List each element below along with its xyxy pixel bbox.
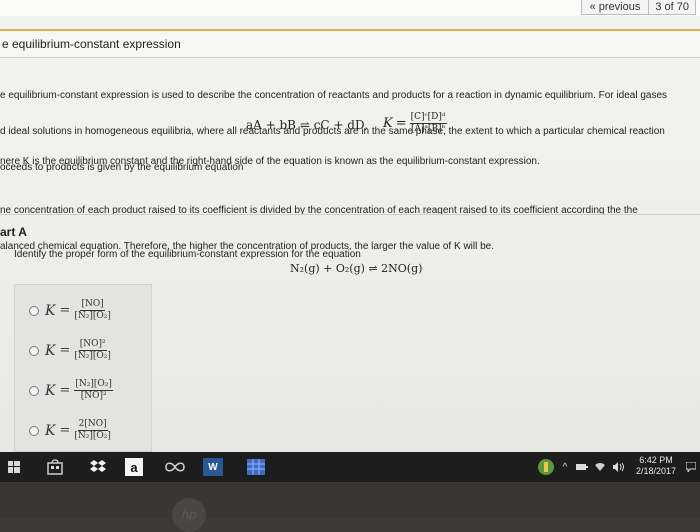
word-icon[interactable]: W xyxy=(203,458,223,476)
radio-button[interactable] xyxy=(29,345,39,356)
page-indicator: 3 of 70 xyxy=(649,0,696,15)
section-divider xyxy=(0,214,700,215)
pagination: « previous 3 of 70 xyxy=(580,0,696,15)
laptop-bezel xyxy=(0,482,700,518)
clock[interactable]: 6:42 PM 2/18/2017 xyxy=(636,455,676,477)
answer-option[interactable]: K = [NO] [N₂][O₂] xyxy=(29,299,111,322)
option-numerator: 2[NO] xyxy=(77,419,108,431)
radio-button[interactable] xyxy=(29,425,39,436)
notifications-icon[interactable] xyxy=(686,458,696,476)
intro-paragraph: e equilibrium-constant expression is use… xyxy=(0,66,698,198)
option-k-symbol: K xyxy=(45,302,56,319)
option-numerator: [N₂][O₂] xyxy=(74,379,113,391)
wifi-icon[interactable] xyxy=(594,458,606,476)
page-title: e equilibrium-constant expression xyxy=(2,37,181,51)
clock-date: 2/18/2017 xyxy=(636,466,677,476)
option-denominator: [N₂][O₂] xyxy=(74,351,111,361)
nav-bar: « previous 3 of 70 xyxy=(0,0,700,16)
option-numerator: [NO] xyxy=(80,299,105,311)
option-k-symbol: K xyxy=(45,382,56,399)
general-equation: aA + bB ⇌ cC + dD, xyxy=(246,118,368,132)
amazon-icon[interactable]: a xyxy=(125,458,143,476)
question-text: Identify the proper form of the equilibr… xyxy=(14,249,361,260)
previous-button[interactable]: « previous xyxy=(580,0,650,15)
radio-button[interactable] xyxy=(29,385,39,396)
explanation-line: ne concentration of each product raised … xyxy=(0,205,638,216)
title-bar: e equilibrium-constant expression xyxy=(0,29,700,58)
answer-option[interactable]: K = [N₂][O₂] [NO]² xyxy=(29,379,113,402)
equals-sign: = xyxy=(59,343,71,358)
clock-time: 6:42 PM xyxy=(639,455,673,465)
intro-line: e equilibrium-constant expression is use… xyxy=(0,90,668,101)
equals-sign: = xyxy=(59,303,71,318)
answer-option[interactable]: K = 2[NO] [N₂][O₂] xyxy=(29,419,111,442)
equals-sign: = xyxy=(59,383,71,398)
k-expression: K = [C]ᶜ[D]ᵈ [A]ᵃ[B]ᵇ xyxy=(383,112,447,135)
option-k-symbol: K xyxy=(45,422,56,439)
infinity-icon[interactable] xyxy=(164,458,186,476)
option-fraction: 2[NO] [N₂][O₂] xyxy=(74,419,111,442)
answer-option[interactable]: K = [NO]² [N₂][O₂] xyxy=(29,339,111,362)
option-denominator: [NO]² xyxy=(80,391,107,401)
option-denominator: [N₂][O₂] xyxy=(74,431,111,441)
reaction-equation: N₂(g) + O₂(g) ⇌ 2NO(g) xyxy=(290,262,423,275)
option-k-symbol: K xyxy=(45,342,56,359)
k-symbol: K xyxy=(383,116,393,131)
grid-app-icon[interactable] xyxy=(246,458,266,476)
dropbox-icon[interactable] xyxy=(88,458,108,476)
definition-paragraph: nere K is the equilibrium constant and t… xyxy=(0,156,540,167)
equals-sign: = xyxy=(395,116,407,131)
hp-logo: hp xyxy=(172,498,206,532)
screen: « previous 3 of 70 e equilibrium-constan… xyxy=(0,0,700,452)
option-fraction: [N₂][O₂] [NO]² xyxy=(74,379,113,402)
option-denominator: [N₂][O₂] xyxy=(74,311,111,321)
option-numerator: [NO]² xyxy=(78,339,107,351)
option-fraction: [NO] [N₂][O₂] xyxy=(74,299,111,322)
answer-options: K = [NO] [N₂][O₂] K = [NO]² [N₂][O₂] K =… xyxy=(14,284,152,452)
user-app-icon[interactable] xyxy=(538,458,554,476)
option-fraction: [NO]² [N₂][O₂] xyxy=(74,339,111,362)
taskbar: a W ^ xyxy=(0,452,700,482)
k-denominator: [A]ᵃ[B]ᵇ xyxy=(410,124,446,134)
part-heading: art A xyxy=(0,225,27,239)
windows-icon[interactable] xyxy=(8,458,20,476)
store-icon[interactable] xyxy=(46,458,64,476)
k-numerator: [C]ᶜ[D]ᵈ xyxy=(409,112,447,124)
battery-icon[interactable] xyxy=(576,458,588,476)
equals-sign: = xyxy=(59,423,71,438)
radio-button[interactable] xyxy=(29,305,39,316)
chevron-up-icon[interactable]: ^ xyxy=(560,458,570,476)
volume-icon[interactable] xyxy=(612,458,626,476)
k-fraction: [C]ᶜ[D]ᵈ [A]ᵃ[B]ᵇ xyxy=(409,112,447,135)
